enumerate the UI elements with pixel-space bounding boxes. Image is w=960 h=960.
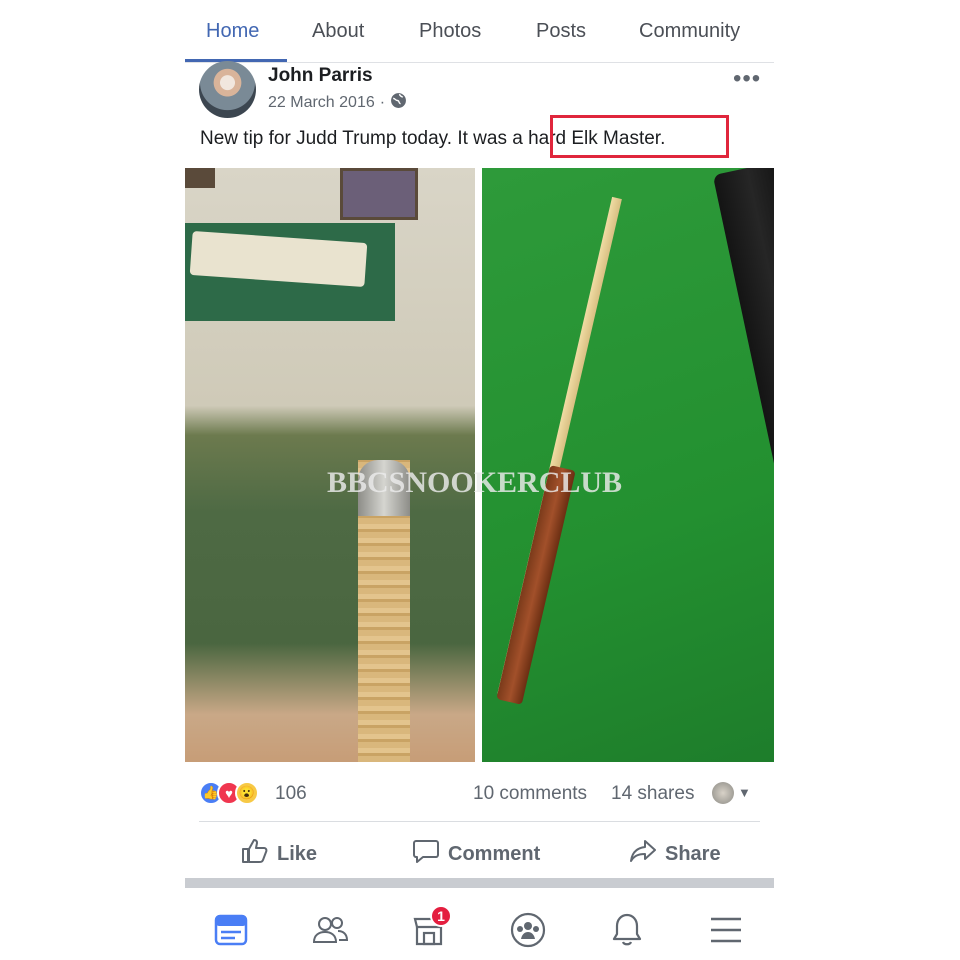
section-separator (185, 878, 774, 888)
post-author[interactable]: John Parris (268, 65, 373, 87)
comment-icon (412, 838, 440, 870)
tab-photos[interactable]: Photos (419, 20, 481, 43)
post-actions: Like Comment Share (185, 830, 774, 872)
share-icon (629, 838, 657, 870)
parris-cues-sign (185, 223, 395, 321)
notifications-icon[interactable] (608, 911, 646, 949)
wow-reaction-icon: 😮 (235, 781, 259, 805)
tab-community[interactable]: Community (639, 20, 740, 43)
friends-icon[interactable] (311, 911, 349, 949)
reaction-count[interactable]: 106 (275, 783, 307, 805)
post-photo-cue-tip[interactable] (185, 168, 475, 762)
marketplace-badge: 1 (430, 905, 452, 927)
comment-button[interactable]: Comment (412, 838, 540, 870)
chevron-down-icon[interactable]: ▼ (738, 785, 751, 800)
menu-icon[interactable] (707, 911, 745, 949)
like-button[interactable]: Like (241, 838, 317, 870)
comment-label: Comment (448, 842, 541, 865)
wall-picture (340, 168, 418, 220)
tab-home[interactable]: Home (206, 20, 259, 43)
reactions-row: 👍 ♥ 😮 106 10 comments 14 shares ▼ (185, 776, 774, 810)
marketplace-icon[interactable]: 1 (410, 905, 452, 949)
tab-posts[interactable]: Posts (536, 20, 586, 43)
share-label: Share (665, 842, 721, 865)
bottom-navigation: 1 (185, 888, 774, 960)
shares-count[interactable]: 14 shares (611, 783, 694, 805)
more-options-icon[interactable]: ••• (733, 65, 761, 93)
viewer-avatar[interactable] (712, 782, 734, 804)
post-photo-cue-and-case[interactable] (482, 168, 774, 762)
tab-about[interactable]: About (312, 20, 364, 43)
watermark: BBCSNOOKERCLUB (327, 466, 623, 499)
groups-icon[interactable] (509, 911, 547, 949)
meta-separator: · (379, 94, 386, 111)
cue-case (712, 168, 774, 724)
news-feed-icon[interactable] (212, 911, 250, 949)
thumbs-up-icon (241, 838, 269, 870)
facebook-page-frame: Home About Photos Posts Community John P… (185, 0, 774, 960)
like-label: Like (277, 842, 318, 865)
globe-icon (390, 92, 407, 114)
post-meta: 22 March 2016 · (268, 92, 407, 114)
comments-count[interactable]: 10 comments (473, 783, 587, 805)
share-button[interactable]: Share (629, 838, 721, 870)
reaction-icons[interactable]: 👍 ♥ 😮 (199, 781, 259, 805)
post-date[interactable]: 22 March 2016 (268, 94, 375, 112)
avatar[interactable] (199, 61, 256, 118)
cue-butt (496, 465, 576, 705)
divider (199, 821, 760, 822)
page-tabs: Home About Photos Posts Community (185, 0, 774, 63)
highlight-box (550, 115, 729, 158)
